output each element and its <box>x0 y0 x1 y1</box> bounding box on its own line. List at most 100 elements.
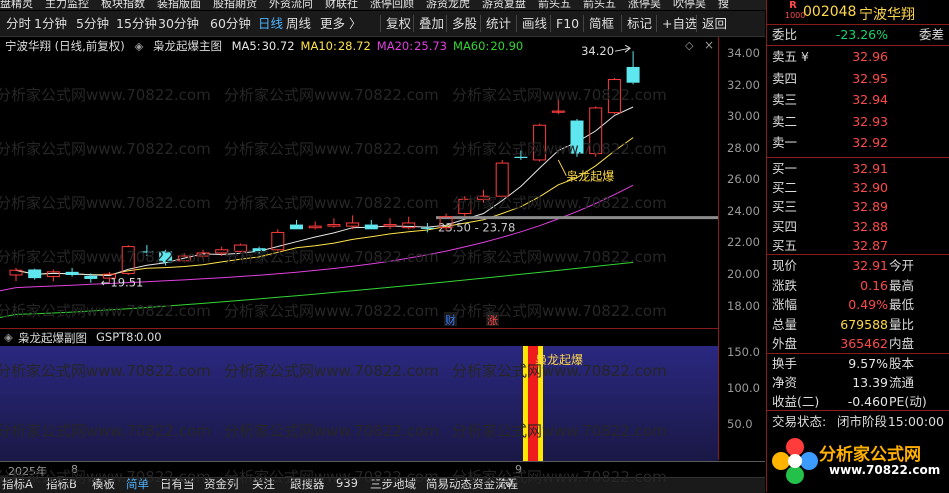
period-tab[interactable]: 更多 〉 <box>320 11 361 36</box>
top-nav-item[interactable]: 财联社 <box>325 0 358 9</box>
price-tick: 34.00 <box>727 46 760 61</box>
period-tab[interactable]: 60分钟 <box>210 11 251 36</box>
ask-price: 32.94 <box>852 92 888 108</box>
top-nav-item[interactable]: 游资龙虎 <box>426 0 470 9</box>
ma-label: MA60: <box>453 39 490 53</box>
high-arrow-icon <box>615 44 631 53</box>
stat2-value: -0.460 <box>847 394 888 409</box>
period-tab[interactable]: 15分钟 <box>116 11 157 36</box>
toolbar-button[interactable]: 简框 <box>589 11 614 36</box>
bid-price: 32.90 <box>852 180 888 196</box>
top-nav-item[interactable]: 箭头五 <box>538 0 571 9</box>
top-nav-item[interactable]: 外资流向 <box>269 0 313 9</box>
top-nav-item[interactable]: 搜 <box>718 0 729 9</box>
price-tick: 32.00 <box>727 77 760 92</box>
stat-row: 涨幅 0.49% 最低 <box>767 295 949 315</box>
stat-value: 0.16 <box>860 277 888 293</box>
top-nav-item[interactable]: 盘精灵 <box>0 0 33 9</box>
toolbar-button[interactable]: 返回 <box>702 11 727 36</box>
top-nav-item[interactable]: 游资复盘 <box>482 0 526 9</box>
period-tab[interactable]: 周线 <box>286 11 311 36</box>
bid-row: 买五 32.87 <box>767 236 949 256</box>
low-price-label: ←19.51 <box>101 276 144 290</box>
toolbar-separator <box>446 15 447 32</box>
toolbar-button[interactable]: 标记 <box>627 11 652 36</box>
close-icon[interactable]: × <box>704 38 714 52</box>
top-nav-item[interactable]: 吹停吴 <box>673 0 706 9</box>
stat-label: 总量 <box>772 316 798 332</box>
ask-label: 卖五 ¥ <box>772 49 809 64</box>
stat-right-label: 量比 <box>889 316 915 332</box>
top-nav-item[interactable]: 主力监控 <box>45 0 89 9</box>
period-tab[interactable]: 5分钟 <box>76 11 109 36</box>
bottom-tab[interactable]: 三步地域 <box>370 478 416 492</box>
bottom-tab[interactable]: 939 <box>336 478 358 490</box>
main-kline-chart[interactable]: 23.50 - 23.78 34.20 ←19.51 枭龙起爆财涨 <box>0 37 718 327</box>
month-label-9: 9 <box>515 463 522 476</box>
bottom-tab[interactable]: 简单 <box>126 478 149 492</box>
event-marker[interactable]: 涨 <box>486 312 499 327</box>
top-nav-item[interactable]: 涨停回顾 <box>370 0 414 9</box>
bottom-tab[interactable]: 模板 <box>92 478 115 492</box>
candle <box>420 222 434 233</box>
toolbar-button[interactable]: 多股 <box>452 11 477 36</box>
top-nav-item[interactable]: 箭头五 <box>583 0 616 9</box>
toolbar-separator <box>696 15 697 32</box>
bottom-tab[interactable]: 跟搜器 <box>290 478 325 492</box>
toolbar-button[interactable]: +自选 <box>662 11 697 36</box>
ma-value: 28.72 <box>337 39 371 53</box>
toolbar-separator <box>380 15 381 32</box>
ma-value: 20.90 <box>490 39 524 53</box>
toolbar-button[interactable]: F10 <box>556 11 579 36</box>
ask-label: 卖三 <box>772 92 798 108</box>
stat2-right-label: PE(动) <box>889 394 927 409</box>
bid-row: 买一 32.91 <box>767 159 949 179</box>
event-marker[interactable]: 财 <box>444 312 457 327</box>
indicator-dropdown-icon[interactable]: ◈ <box>134 39 143 53</box>
stat-value: 32.91 <box>852 258 888 273</box>
sub-tick: 50.0 <box>727 417 753 432</box>
toolbar-button[interactable]: 复权 <box>386 11 411 36</box>
stat-label: 外盘 <box>772 336 798 351</box>
toolbar-button[interactable]: 画线 <box>522 11 547 36</box>
sub-indicator-dropdown-icon[interactable]: ◈ <box>4 330 13 344</box>
r-badge: R 1000 <box>785 0 806 21</box>
ask-price: 32.93 <box>852 113 888 129</box>
ma5-line <box>15 106 634 277</box>
ask-price: 32.96 <box>852 49 888 64</box>
bid-label: 买一 <box>772 161 798 176</box>
stat2-value: 13.39 <box>852 375 888 390</box>
bottom-tab[interactable]: 指标B <box>46 478 77 492</box>
bottom-tab[interactable]: 日有当 <box>160 478 195 492</box>
stock-name: 宁波华翔 <box>859 7 915 23</box>
period-tab[interactable]: 30分钟 <box>158 11 199 36</box>
candle <box>140 245 154 257</box>
kline-svg: 23.50 - 23.7834.20←19.51枭龙起爆财涨 <box>0 44 718 327</box>
sub-signal-label: 枭龙起爆 <box>535 352 583 367</box>
toolbar-button[interactable]: 统计 <box>486 11 511 36</box>
period-tab[interactable]: 1分钟 <box>34 11 67 36</box>
top-nav-item[interactable]: 涨停吴 <box>628 0 661 9</box>
stat2-label: 换手 <box>772 356 798 371</box>
bottom-tab[interactable]: 关注 <box>252 478 275 492</box>
signal-pointer <box>557 159 567 176</box>
top-nav-item[interactable]: 板块指数 <box>101 0 145 9</box>
ask-price: 32.95 <box>852 70 888 86</box>
toolbar-button[interactable]: 叠加 <box>419 11 444 36</box>
bottom-tab[interactable]: 指标A <box>2 478 33 492</box>
period-tab[interactable]: 分时 <box>6 11 31 36</box>
stat-label: 涨幅 <box>772 297 798 312</box>
top-nav-item[interactable]: 股指期货 <box>213 0 257 9</box>
quote-panel: R 1000 002048 宁波华翔 委比 -23.26% 委差 卖五 ¥ 32.… <box>766 0 949 492</box>
bid-label: 买五 <box>772 237 798 253</box>
gspt-value: 0.00 <box>136 330 162 344</box>
sub-chart-panel[interactable]: 枭龙起爆 <box>0 346 718 461</box>
stat2-row: 净资 13.39 流通 <box>767 373 949 393</box>
bottom-tab[interactable]: 70 <box>498 478 513 490</box>
bottom-tab[interactable]: 资金列 <box>204 478 239 492</box>
diamond-icon[interactable]: ◇ <box>685 39 693 52</box>
period-tab[interactable]: 日线 <box>258 11 283 36</box>
main-indicator-name[interactable]: 枭龙起爆主图 <box>153 39 222 53</box>
top-nav-item[interactable]: 装指版面 <box>157 0 201 9</box>
sub-indicator-name[interactable]: 枭龙起爆副图 <box>18 330 87 346</box>
